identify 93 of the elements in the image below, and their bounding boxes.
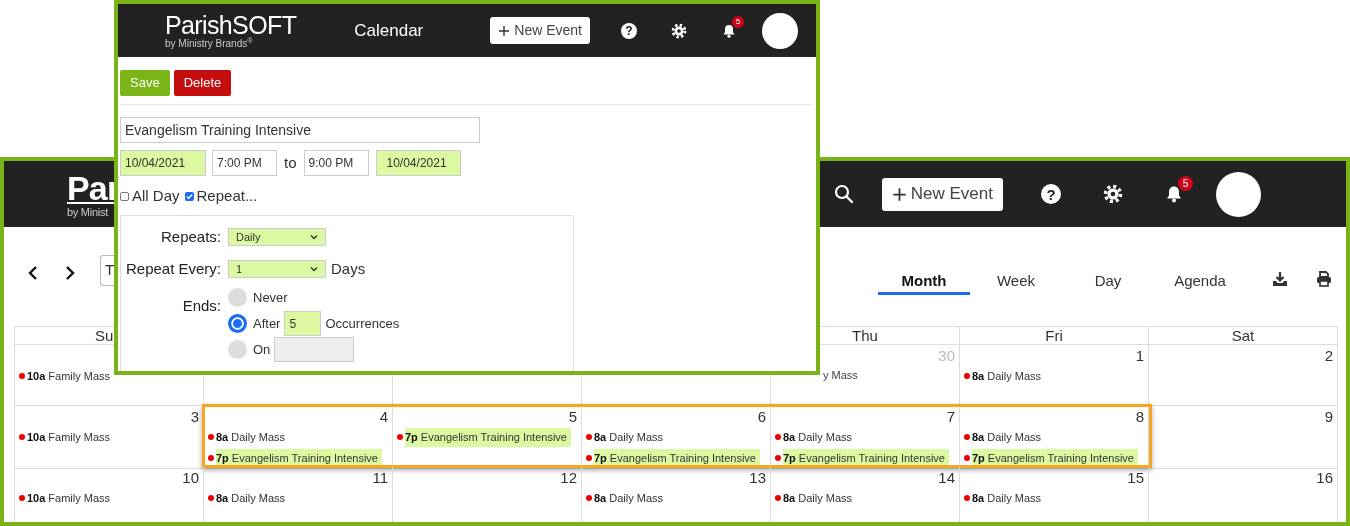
notifications-button[interactable] bbox=[1164, 184, 1184, 204]
unit-label: Days bbox=[331, 259, 366, 279]
day-number: 14 bbox=[938, 468, 955, 487]
field-label: Repeat Every: bbox=[125, 259, 221, 279]
date-field[interactable]: 10/04/2021 bbox=[375, 150, 461, 176]
event-item[interactable]: 10a Family Mass bbox=[27, 366, 115, 386]
help-icon[interactable]: ? bbox=[621, 22, 637, 39]
notification-badge: 5 bbox=[732, 15, 744, 28]
day-number: 13 bbox=[749, 468, 766, 487]
event-item[interactable]: 8a Daily Mass bbox=[216, 488, 290, 508]
print-icon[interactable] bbox=[1316, 271, 1332, 287]
chevron-left-icon bbox=[27, 265, 38, 280]
event-item[interactable]: 10a Family Mass bbox=[27, 488, 115, 508]
event-item[interactable]: 7p Evangelism Training Intensive bbox=[405, 427, 571, 447]
logo-tagline: by Minist bbox=[67, 206, 110, 218]
day-number: 10 bbox=[182, 468, 199, 487]
download-icon[interactable] bbox=[1272, 271, 1288, 287]
day-number: 5 bbox=[568, 407, 577, 426]
day-number: 4 bbox=[379, 407, 388, 426]
view-tab[interactable]: Agenda bbox=[1154, 255, 1246, 295]
day-number: 15 bbox=[1127, 468, 1144, 487]
day-number: 9 bbox=[1324, 407, 1333, 426]
event-item[interactable]: 8a Daily Mass bbox=[972, 488, 1046, 508]
plus-icon bbox=[891, 186, 907, 202]
radio-button[interactable] bbox=[228, 340, 247, 359]
field-label: Repeats: bbox=[160, 226, 221, 247]
logo-text: Par bbox=[67, 170, 120, 205]
chevron-right-icon bbox=[64, 265, 75, 280]
new-event-button[interactable]: New Event bbox=[881, 177, 1003, 211]
avatar[interactable] bbox=[762, 12, 798, 49]
radio-label: Never bbox=[253, 288, 288, 307]
settings-icon[interactable] bbox=[1103, 184, 1123, 204]
unit-label: Occurrences bbox=[325, 314, 400, 333]
title-field[interactable]: Evangelism Training Intensive bbox=[120, 117, 480, 143]
event-item[interactable]: 8a Daily Mass bbox=[216, 427, 290, 447]
time-field[interactable]: 7:00 PM bbox=[212, 150, 277, 176]
weekday-label: Sat bbox=[1231, 328, 1255, 343]
event-item[interactable]: 8a Daily Mass bbox=[972, 366, 1046, 386]
occurrences-field[interactable]: 5 bbox=[284, 311, 322, 336]
weekday-label: Fri bbox=[1045, 328, 1063, 343]
time-field[interactable]: 9:00 PM bbox=[303, 150, 369, 176]
day-number: 6 bbox=[757, 407, 766, 426]
checkbox[interactable] bbox=[120, 191, 129, 201]
interval-select[interactable]: 1 bbox=[228, 260, 326, 279]
radio-button[interactable] bbox=[228, 314, 247, 333]
event-text: y Mass bbox=[823, 368, 858, 383]
radio-label: On bbox=[253, 340, 271, 359]
radio-button[interactable] bbox=[228, 288, 247, 307]
date-field[interactable]: 10/04/2021 bbox=[120, 150, 206, 176]
radio-label: After bbox=[253, 314, 281, 333]
field-label: Ends: bbox=[182, 295, 221, 316]
logo-tagline: by Ministry Brands$^{®}$ bbox=[165, 38, 254, 49]
checkbox-label: All Day bbox=[132, 186, 180, 206]
page-title: Calendar bbox=[354, 19, 424, 42]
repeats-select[interactable]: Daily bbox=[228, 227, 326, 246]
day-number: 1 bbox=[1135, 346, 1144, 365]
delete-button[interactable]: Delete bbox=[173, 70, 232, 96]
day-number: 16 bbox=[1316, 468, 1333, 487]
avatar[interactable] bbox=[1216, 171, 1261, 217]
plus-icon bbox=[498, 24, 511, 37]
day-number: 7 bbox=[946, 407, 955, 426]
logo-text: ParishSOFT bbox=[165, 12, 297, 38]
view-tab[interactable]: Day bbox=[1062, 255, 1154, 295]
event-item[interactable]: 8a Daily Mass bbox=[594, 427, 668, 447]
view-tab[interactable]: Month bbox=[878, 255, 970, 295]
to-label: to bbox=[284, 152, 297, 173]
notifications-button[interactable] bbox=[721, 22, 737, 39]
event-item[interactable]: 8a Daily Mass bbox=[783, 427, 857, 447]
settings-icon[interactable] bbox=[671, 22, 687, 39]
day-number: 3 bbox=[190, 407, 199, 426]
bell-icon bbox=[721, 22, 737, 39]
notification-badge: 5 bbox=[1178, 176, 1193, 191]
bell-icon bbox=[1164, 184, 1184, 204]
chevron-down-icon bbox=[310, 266, 318, 273]
chevron-down-icon bbox=[310, 233, 318, 240]
day-number: 30 bbox=[938, 346, 955, 365]
weekday-label: Thu bbox=[852, 328, 878, 343]
search-icon[interactable] bbox=[833, 184, 854, 204]
checkbox[interactable] bbox=[184, 191, 194, 201]
event-item[interactable]: 8a Daily Mass bbox=[972, 427, 1046, 447]
event-item[interactable]: 8a Daily Mass bbox=[594, 488, 668, 508]
day-number: 12 bbox=[560, 468, 577, 487]
checkbox-label: Repeat... bbox=[196, 186, 258, 206]
end-date-field[interactable] bbox=[274, 337, 355, 362]
new-event-button[interactable]: New Event bbox=[490, 17, 590, 44]
day-number: 2 bbox=[1324, 346, 1333, 365]
day-number: 11 bbox=[372, 468, 388, 487]
event-item[interactable]: 10a Family Mass bbox=[27, 427, 115, 447]
help-icon[interactable]: ? bbox=[1041, 184, 1061, 204]
view-tab[interactable]: Week bbox=[970, 255, 1062, 295]
day-number: 8 bbox=[1135, 407, 1144, 426]
event-item[interactable]: 8a Daily Mass bbox=[783, 488, 857, 508]
weekday-label: Su bbox=[95, 328, 114, 343]
